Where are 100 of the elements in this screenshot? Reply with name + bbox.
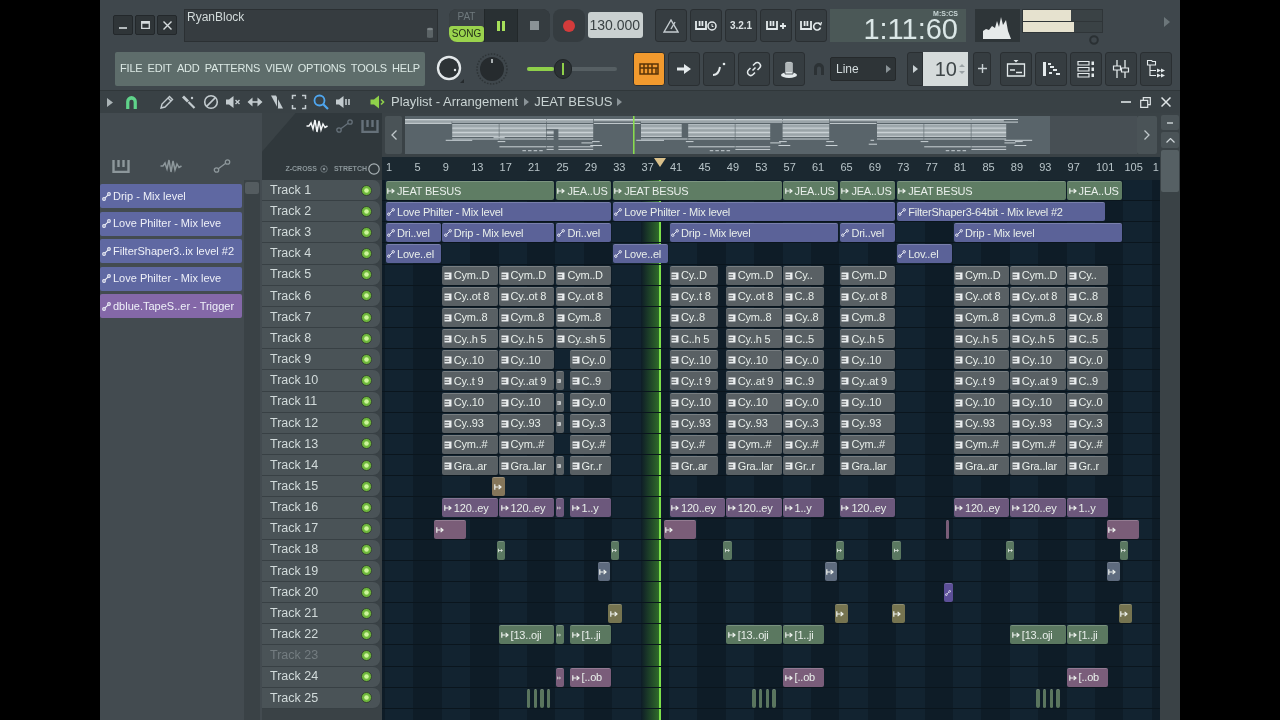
audio-clip[interactable] [1118,604,1133,624]
toggle-button[interactable] [703,51,735,86]
tool-button[interactable] [225,94,241,110]
automation-clip[interactable]: Dri..vel [839,223,896,243]
plus-button[interactable] [973,51,991,86]
audio-clip[interactable] [892,540,901,560]
pattern-clip[interactable]: Cy..10 [669,392,718,412]
pattern-clip[interactable]: Cy..10 [499,350,555,370]
audio-clip[interactable] [891,604,906,624]
pattern-clip[interactable]: Gr..r [1067,456,1109,476]
pattern-clip[interactable]: Cym..# [839,434,896,454]
pattern-clip[interactable]: Cy..0 [1067,392,1109,412]
mixer-button[interactable] [1105,51,1137,86]
audio-clip[interactable]: [1..ji [783,625,825,645]
magnet-icon[interactable] [124,94,139,110]
audio-clip[interactable] [610,540,619,560]
knob-icon[interactable] [435,53,465,84]
pattern-clip[interactable]: Gra..lar [499,456,555,476]
audio-clip[interactable]: 120..ey [726,498,782,518]
audio-clip[interactable]: 1..y [1067,498,1109,518]
pattern-clip[interactable]: C..8 [1067,286,1109,306]
pattern-clip[interactable] [555,456,564,476]
pattern-clip[interactable]: C..9 [1067,371,1109,391]
menu-item[interactable]: OPTIONS [297,63,346,74]
pattern-clip[interactable]: Cy..at 9 [499,371,555,391]
pattern-clip[interactable]: C..5 [1067,329,1109,349]
pattern-clip[interactable]: Cy..10 [953,350,1009,370]
pattern-clip[interactable]: Gra..lar [1010,456,1066,476]
pattern-clip[interactable]: Cy..at 9 [839,371,896,391]
pattern-clip[interactable]: Cym..D [499,265,555,285]
snap-dropdown[interactable]: Line [830,56,896,81]
led-icon[interactable] [361,650,372,661]
countdown-button[interactable]: 3.2.1 [725,9,757,42]
led-icon[interactable] [361,671,372,683]
tool-button[interactable] [335,94,351,110]
audio-clip[interactable]: [1..ji [570,625,612,645]
led-icon[interactable] [361,459,372,471]
audio-clip[interactable] [1119,540,1129,560]
piano-roll-button[interactable] [1035,51,1067,86]
pattern-clip[interactable]: Cym..# [726,434,782,454]
close-button[interactable] [157,15,177,35]
minimize-button[interactable] [113,15,133,35]
audio-clip[interactable] [834,604,849,624]
pattern-clip[interactable]: Cy..10 [953,392,1009,412]
pattern-clip[interactable]: Cy..10 [726,350,782,370]
pattern-clip[interactable]: Cy..0 [783,392,825,412]
pattern-clip[interactable]: C..9 [570,371,612,391]
audio-clip[interactable]: 120..ey [499,498,555,518]
audio-clip[interactable]: [..ob [570,667,612,687]
audio-clip[interactable]: 120..ey [839,498,896,518]
tool-button[interactable] [313,94,329,110]
audio-clip[interactable] [547,688,551,708]
waveform-icon[interactable] [306,119,328,133]
pattern-clip[interactable]: Cym..# [1010,434,1066,454]
led-icon[interactable] [361,205,372,217]
pattern-clip[interactable]: Cym..8 [1010,307,1066,327]
led-icon[interactable] [361,226,372,238]
pattern-clip[interactable] [555,413,564,433]
pattern-clip[interactable]: C..5 [783,329,825,349]
audio-clip[interactable]: 120..ey [442,498,498,518]
pattern-clip[interactable]: Cym..D [442,265,498,285]
pattern-clip[interactable]: Cy..0 [783,350,825,370]
zoom-out-button[interactable] [1161,115,1179,130]
pattern-clip[interactable]: Cy..ot 8 [499,286,555,306]
audio-clip[interactable] [1106,561,1120,581]
automation-clip[interactable]: Dri..vel [385,223,441,243]
audio-clip[interactable] [772,688,776,708]
audio-clip[interactable] [1006,540,1015,560]
audio-clip[interactable]: [..ob [1067,667,1109,687]
audio-clip[interactable] [765,688,770,708]
audio-clip[interactable] [663,519,697,539]
audio-clip[interactable] [835,540,845,560]
led-icon[interactable] [361,607,372,619]
led-icon[interactable] [361,501,372,513]
audio-clip[interactable]: [13..oji [726,625,782,645]
pattern-clip[interactable]: Cy..93 [726,413,782,433]
pattern-clip[interactable]: Cy..3 [570,413,612,433]
pattern-clip[interactable]: Cy..3 [783,413,825,433]
pattern-clip[interactable]: C..9 [783,371,825,391]
pattern-clip[interactable]: Cym..D [1010,265,1066,285]
audio-clip[interactable] [1106,519,1140,539]
pattern-clip[interactable]: C..h 5 [669,329,718,349]
automation-clip[interactable]: Love Philter - Mix level [385,202,612,222]
audio-clip[interactable] [1056,688,1060,708]
automation-clip[interactable]: Love..el [385,244,441,264]
tool-button[interactable] [203,94,219,110]
playlist-button[interactable] [1000,51,1032,86]
pattern-clip[interactable]: Cy..h 5 [726,329,782,349]
pattern-clip[interactable]: Cym..D [953,265,1009,285]
pattern-clip[interactable]: Cy..0 [570,392,612,412]
menu-item[interactable]: FILE [120,63,143,74]
automation-clip[interactable]: Love Philter - Mix level [612,202,896,222]
audio-clip[interactable]: JEA..US [783,181,839,200]
toggle-button[interactable] [773,51,805,86]
toggle-button[interactable] [668,51,700,86]
pattern-clip[interactable]: Cy..t 9 [953,371,1009,391]
scrollbar-thumb[interactable] [245,182,259,194]
picker-item[interactable]: dblue.TapeS..er - Trigger [100,294,242,318]
led-icon[interactable] [361,628,372,640]
pattern-clip[interactable]: Cy..10 [726,392,782,412]
